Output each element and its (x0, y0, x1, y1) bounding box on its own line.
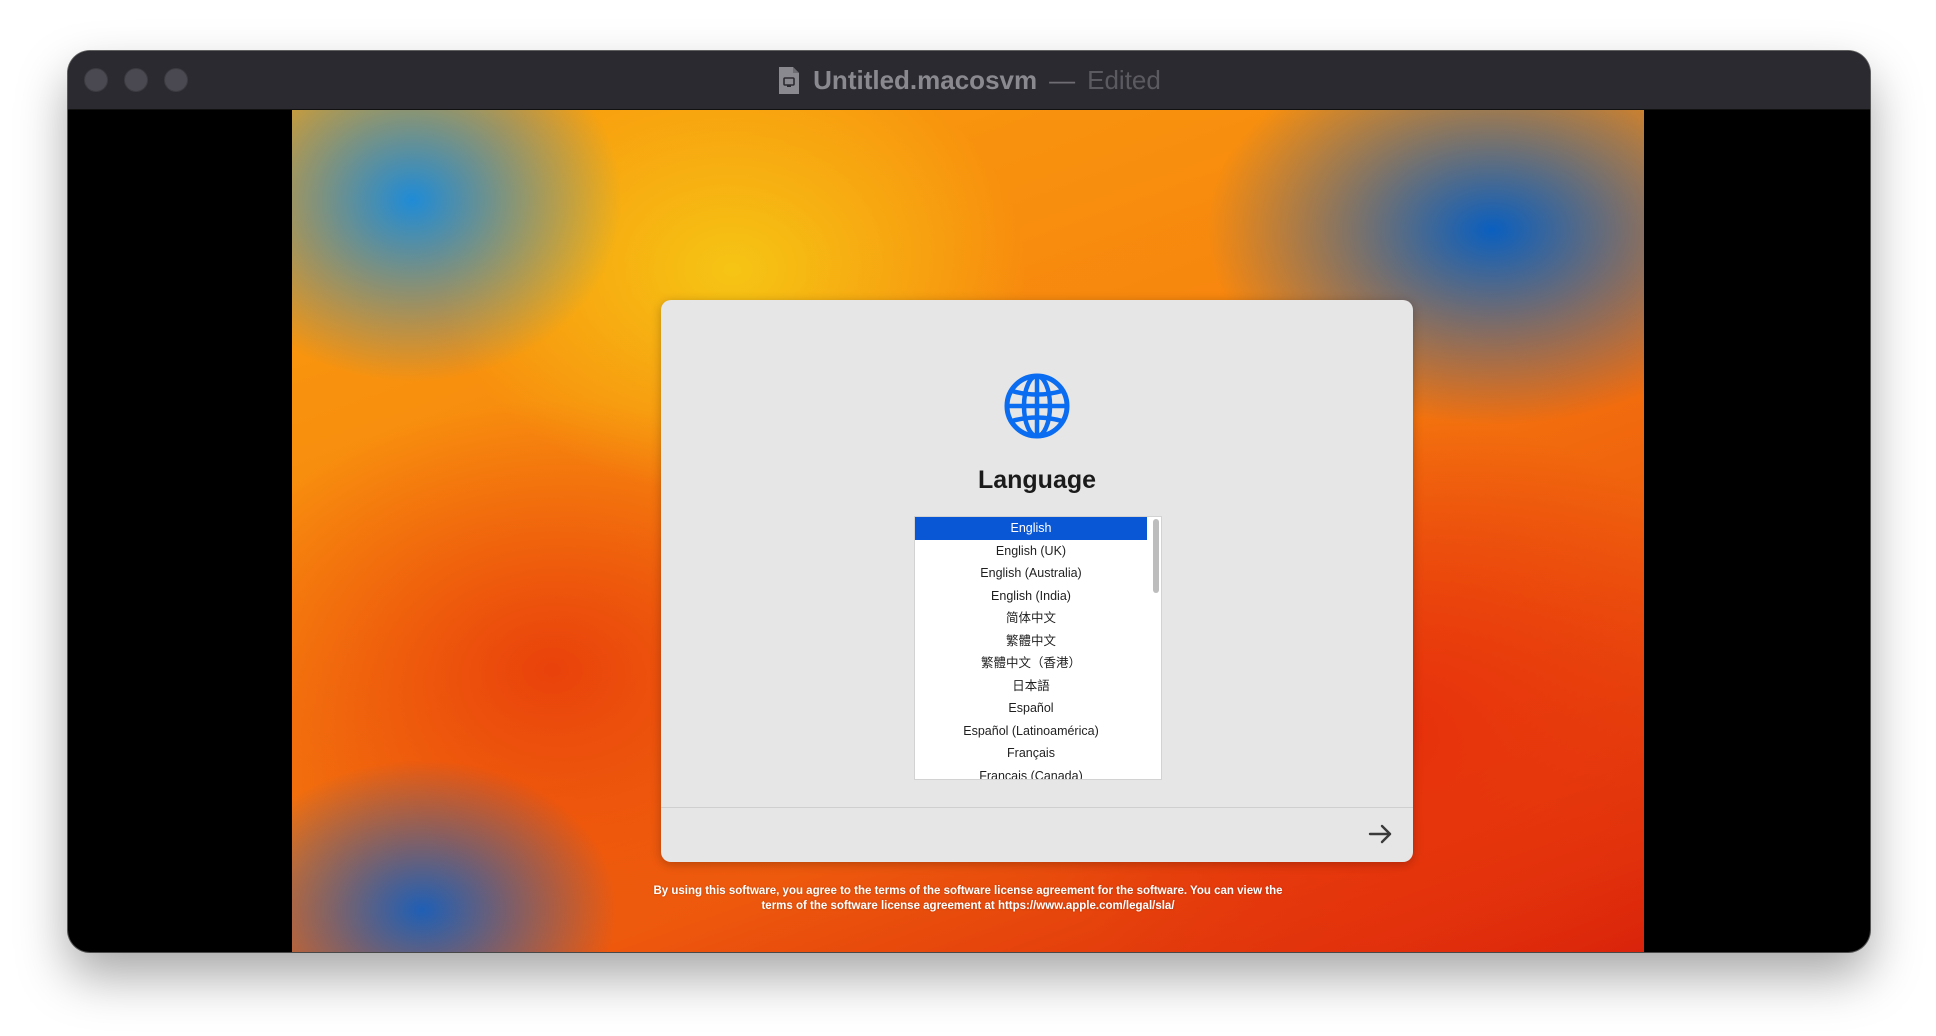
window-title-filename: Untitled.macosvm (813, 64, 1038, 95)
document-icon (779, 66, 800, 94)
window-title-separator: — (1049, 64, 1076, 95)
screen: Untitled.macosvm — Edited Language Engli… (0, 0, 1936, 1036)
language-item[interactable]: Français (Canada) (915, 765, 1147, 780)
globe-icon (1004, 373, 1070, 439)
setup-assistant-panel: Language English English (UK) English (A… (661, 300, 1413, 862)
language-item[interactable]: Español (915, 697, 1147, 720)
language-item[interactable]: Español (Latinoamérica) (915, 720, 1147, 743)
language-item[interactable]: English (Australia) (915, 562, 1147, 585)
language-item[interactable]: 繁體中文 (915, 630, 1147, 653)
license-line: terms of the software license agreement … (761, 900, 1175, 912)
continue-button[interactable] (1365, 818, 1397, 850)
language-item[interactable]: English (UK) (915, 540, 1147, 563)
license-notice: By using this software, you agree to the… (592, 884, 1344, 914)
list-scrollbar[interactable] (1153, 519, 1159, 593)
language-item[interactable]: Français (915, 742, 1147, 765)
window-titlebar[interactable]: Untitled.macosvm — Edited (68, 51, 1870, 110)
language-list[interactable]: English English (UK) English (Australia)… (914, 516, 1162, 780)
vm-display[interactable]: Language English English (UK) English (A… (292, 110, 1644, 952)
language-item[interactable]: English (India) (915, 585, 1147, 608)
window-title: Untitled.macosvm — Edited (68, 51, 1870, 109)
arrow-right-icon (1368, 824, 1392, 844)
vm-window: Untitled.macosvm — Edited Language Engli… (68, 51, 1870, 952)
license-line: By using this software, you agree to the… (653, 885, 1283, 897)
page-title: Language (977, 466, 1097, 494)
language-item[interactable]: 简体中文 (915, 607, 1147, 630)
language-item[interactable]: 繁體中文（香港） (915, 652, 1147, 675)
language-item[interactable]: English (915, 517, 1147, 540)
language-item[interactable]: 日本語 (915, 675, 1147, 698)
footer-divider (661, 807, 1413, 808)
window-title-status: Edited (1087, 64, 1161, 95)
